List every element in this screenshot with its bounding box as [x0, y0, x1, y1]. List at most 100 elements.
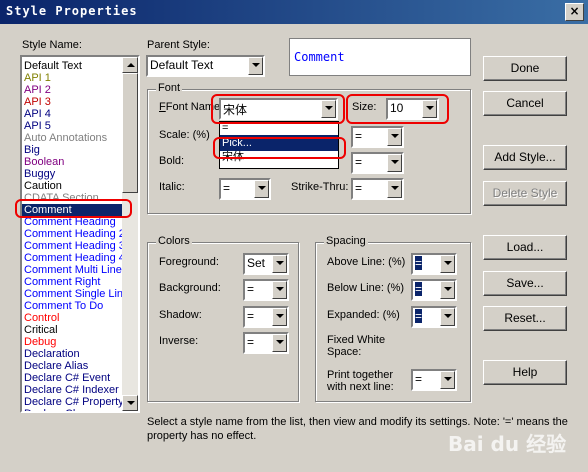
parent-style-value: Default Text — [150, 58, 214, 72]
list-item[interactable]: Default Text — [22, 60, 122, 72]
shadow-combo[interactable]: = — [243, 306, 289, 328]
style-preview: Comment — [289, 38, 471, 76]
list-item[interactable]: Comment Heading 2 — [22, 228, 122, 240]
close-button[interactable]: × — [565, 3, 584, 21]
list-item[interactable]: API 4 — [22, 108, 122, 120]
cancel-button[interactable]: Cancel — [483, 91, 567, 116]
help-button[interactable]: Help — [483, 360, 567, 385]
list-item[interactable]: Comment To Do — [22, 300, 122, 312]
delete-style-button[interactable]: Delete Style — [483, 181, 567, 206]
list-item[interactable]: Declare C# Indexer — [22, 384, 122, 396]
expanded-label: Expanded: (%) — [327, 309, 400, 321]
print-together-combo[interactable]: = — [411, 369, 457, 391]
chevron-down-icon[interactable] — [272, 308, 287, 326]
print-together-value: = — [415, 372, 423, 386]
list-item[interactable]: API 3 — [22, 96, 122, 108]
chevron-down-icon[interactable] — [387, 154, 402, 172]
list-item[interactable]: Auto Annotations — [22, 132, 122, 144]
colors-group-title: Colors — [156, 235, 192, 247]
chevron-down-icon[interactable] — [440, 281, 455, 299]
done-button[interactable]: Done — [483, 56, 567, 81]
parent-style-combo[interactable]: Default Text — [146, 55, 265, 77]
list-item[interactable]: API 5 — [22, 120, 122, 132]
background-value: = — [247, 282, 255, 296]
list-item[interactable]: Comment Right — [22, 276, 122, 288]
list-item[interactable]: Debug — [22, 336, 122, 348]
window-title: Style Properties — [6, 4, 138, 18]
list-item[interactable]: Boolean — [22, 156, 122, 168]
list-item[interactable]: Caution — [22, 180, 122, 192]
list-item[interactable]: Declare Alias — [22, 360, 122, 372]
chevron-down-icon[interactable] — [272, 255, 287, 273]
watermark: Bai du 经验 — [448, 432, 567, 456]
reset-button[interactable]: Reset... — [483, 306, 567, 331]
highlight-font-size — [346, 94, 449, 124]
chevron-down-icon[interactable] — [440, 371, 455, 389]
print-together-label-1: Print together — [327, 369, 394, 381]
highlight-pick — [213, 137, 346, 159]
list-item[interactable]: Declare C# Property — [22, 396, 122, 408]
chevron-down-icon[interactable] — [254, 180, 269, 198]
arrow-down-icon — [127, 401, 135, 405]
strike-thru-label: Strike-Thru: — [291, 181, 349, 193]
below-line-combo[interactable]: = — [411, 279, 457, 301]
list-item[interactable]: Buggy — [22, 168, 122, 180]
inverse-combo[interactable]: = — [243, 332, 289, 354]
list-item[interactable]: Big — [22, 144, 122, 156]
below-line-value: = — [415, 282, 423, 296]
bold-combo[interactable]: = — [351, 152, 404, 174]
help-text-line2: property has no effect. — [147, 430, 257, 442]
preview-text: Comment — [294, 50, 345, 64]
list-item[interactable]: Declaration — [22, 348, 122, 360]
scale-value: = — [355, 129, 363, 143]
italic-label: Italic: — [159, 181, 185, 193]
list-item[interactable]: API 1 — [22, 72, 122, 84]
list-item[interactable]: Declare Class — [22, 408, 122, 411]
scroll-thumb[interactable] — [122, 73, 138, 193]
scroll-down-button[interactable] — [122, 395, 138, 411]
italic-value: = — [223, 181, 231, 195]
chevron-down-icon[interactable] — [387, 180, 402, 198]
chevron-down-icon[interactable] — [248, 57, 263, 75]
chevron-down-icon[interactable] — [272, 281, 287, 299]
bold-label: Bold: — [159, 155, 185, 167]
scroll-up-button[interactable] — [122, 57, 138, 73]
list-item[interactable]: Critical — [22, 324, 122, 336]
arrow-up-icon — [127, 63, 135, 67]
foreground-combo[interactable]: Set — [243, 253, 289, 275]
scale-combo[interactable]: = — [351, 126, 404, 148]
help-text-line1: Select a style name from the list, then … — [147, 416, 568, 428]
background-combo[interactable]: = — [243, 279, 289, 301]
list-item[interactable]: Declare C# Event — [22, 372, 122, 384]
above-line-value: = — [415, 256, 423, 270]
italic-combo[interactable]: = — [219, 178, 271, 200]
chevron-down-icon[interactable] — [440, 308, 455, 326]
highlight-comment — [15, 199, 132, 218]
list-item[interactable]: Comment Single Line — [22, 288, 122, 300]
close-icon: × — [569, 4, 580, 18]
strike-thru-value: = — [355, 181, 363, 195]
save-button[interactable]: Save... — [483, 271, 567, 296]
list-scrollbar[interactable] — [122, 57, 138, 411]
list-item[interactable]: API 2 — [22, 84, 122, 96]
chevron-down-icon[interactable] — [440, 255, 455, 273]
chevron-down-icon[interactable] — [272, 334, 287, 352]
foreground-label: Foreground: — [159, 256, 219, 268]
strike-thru-combo[interactable]: = — [351, 178, 404, 200]
list-item[interactable]: Control — [22, 312, 122, 324]
chevron-down-icon[interactable] — [387, 128, 402, 146]
shadow-label: Shadow: — [159, 309, 202, 321]
inverse-label: Inverse: — [159, 335, 199, 347]
above-line-combo[interactable]: = — [411, 253, 457, 275]
style-name-list[interactable]: Default Text API 1 API 2 API 3 API 4 API 5 Aut… — [20, 55, 140, 413]
style-name-label: Style Name: — [22, 39, 82, 51]
add-style-button[interactable]: Add Style... — [483, 145, 567, 170]
expanded-combo[interactable]: = — [411, 306, 457, 328]
list-item[interactable]: Comment Multi Line — [22, 264, 122, 276]
above-line-label: Above Line: (%) — [327, 256, 406, 268]
list-item[interactable]: Comment Heading 4 — [22, 252, 122, 264]
background-label: Background: — [159, 282, 221, 294]
load-button[interactable]: Load... — [483, 235, 567, 260]
below-line-label: Below Line: (%) — [327, 282, 405, 294]
list-item[interactable]: Comment Heading 3 — [22, 240, 122, 252]
